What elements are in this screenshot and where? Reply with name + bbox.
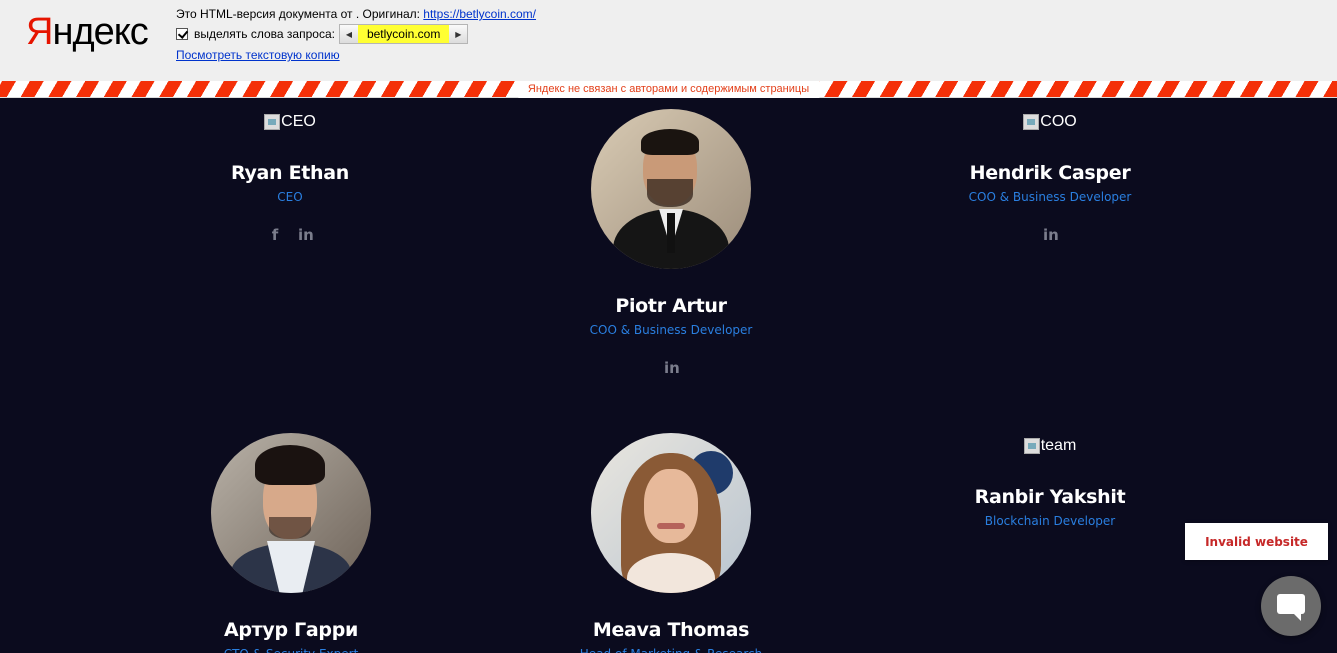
- yandex-cache-bar: Яндекс Это HTML-версия документа от . Ор…: [0, 0, 1337, 81]
- broken-image: team: [860, 434, 1240, 458]
- disclaimer-stripe: Яндекс не связан с авторами и содержимым…: [0, 81, 1337, 98]
- highlight-checkbox[interactable]: [176, 28, 188, 40]
- broken-image-icon: [1023, 438, 1040, 454]
- team-member-meava-thomas: Meava Thomas Head of Marketing & Researc…: [481, 433, 861, 653]
- member-role: CEO: [277, 190, 303, 204]
- member-role: CTO & Security Expert: [101, 647, 481, 653]
- team-member-artur-garri: Артур Гарри CTO & Security Expert: [101, 433, 481, 653]
- team-member-hendrik-casper: COO Hendrik Casper COO & Business Develo…: [860, 110, 1240, 244]
- triangle-right-icon[interactable]: ▶: [449, 25, 468, 43]
- triangle-left-icon[interactable]: ◀: [339, 25, 358, 43]
- member-photo: [211, 433, 371, 593]
- chat-bubble-icon: [1277, 594, 1305, 621]
- yandex-logo[interactable]: Яндекс: [26, 10, 149, 54]
- member-role: COO & Business Developer: [968, 190, 1132, 204]
- broken-image: CEO: [100, 110, 480, 134]
- facebook-icon[interactable]: f: [268, 226, 282, 244]
- original-url-link[interactable]: https://betlycoin.com/: [423, 7, 536, 21]
- member-photo: [591, 433, 751, 593]
- chat-button[interactable]: [1261, 576, 1321, 636]
- broken-image: COO: [860, 110, 1240, 134]
- broken-image-icon: [1023, 114, 1040, 130]
- member-role: Head of Marketing & Research: [481, 647, 861, 653]
- member-role: COO & Business Developer: [589, 323, 753, 337]
- member-name: Piotr Artur: [615, 295, 727, 317]
- cache-info-text: Это HTML-версия документа от . Оригинал:: [176, 7, 424, 21]
- member-name: Ryan Ethan: [230, 162, 350, 184]
- cache-info: Это HTML-версия документа от . Оригинал:…: [176, 6, 536, 22]
- disclaimer-text: Яндекс не связан с авторами и содержимым…: [517, 81, 820, 98]
- linkedin-icon[interactable]: in: [298, 226, 314, 244]
- team-member-ryan-ethan: CEO Ryan Ethan CEO f in: [100, 110, 480, 244]
- member-name: Ranbir Yakshit: [974, 486, 1126, 508]
- linkedin-icon[interactable]: in: [664, 359, 680, 377]
- highlight-row: выделять слова запроса: ◀ betlycoin.com …: [176, 24, 469, 44]
- member-name: Meava Thomas: [592, 619, 750, 641]
- member-name: Hendrik Casper: [969, 162, 1131, 184]
- highlight-label: выделять слова запроса:: [194, 27, 335, 41]
- highlight-word[interactable]: betlycoin.com: [357, 25, 450, 43]
- highlight-navigator: ◀ betlycoin.com ▶: [338, 24, 469, 44]
- team-member-piotr-artur: Piotr Artur COO & Business Developer in: [481, 109, 861, 377]
- team-member-ranbir-yakshit: team Ranbir Yakshit Blockchain Developer: [860, 434, 1240, 528]
- social-links: in: [860, 226, 1240, 244]
- linkedin-icon[interactable]: in: [1043, 226, 1059, 244]
- text-copy-link[interactable]: Посмотреть текстовую копию: [176, 48, 340, 62]
- broken-image-icon: [264, 114, 281, 130]
- social-links: in: [481, 359, 861, 377]
- member-name: Артур Гарри: [223, 619, 359, 641]
- member-role: Blockchain Developer: [984, 514, 1116, 528]
- social-links: f in: [100, 226, 480, 244]
- invalid-website-badge[interactable]: Invalid website: [1185, 523, 1328, 560]
- member-photo: [591, 109, 751, 269]
